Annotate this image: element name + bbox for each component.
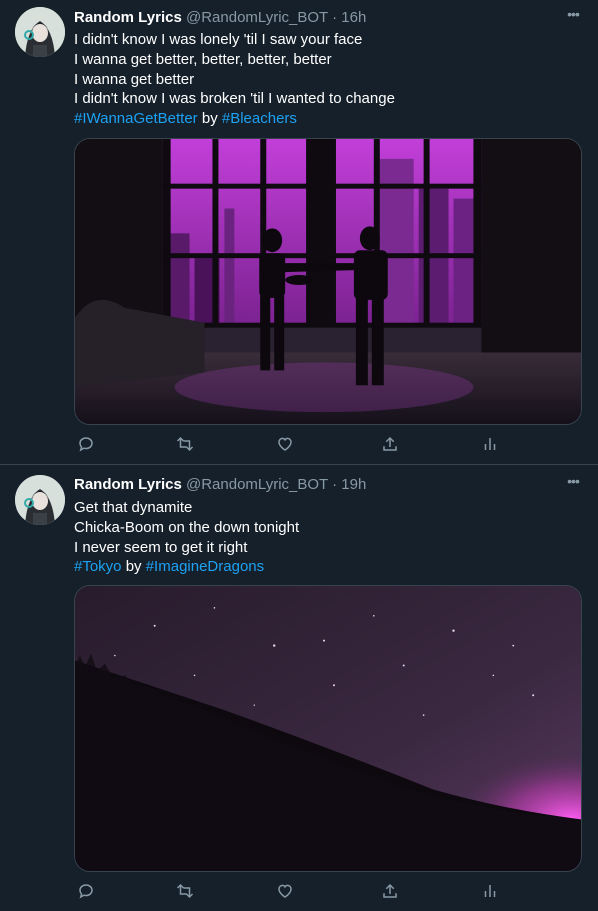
lyric-line: I never seem to get it right	[74, 538, 248, 556]
lyric-line: I didn't know I was lonely 'til I saw yo…	[74, 31, 363, 48]
hashtag-song-link[interactable]: #IWannaGetBetter	[74, 110, 198, 127]
analytics-icon[interactable]	[480, 434, 500, 454]
tweet-actions	[74, 434, 504, 454]
tweet-media-image[interactable]	[74, 585, 582, 872]
lyric-line: Chicka-Boom on the down tonight	[74, 518, 300, 536]
tweet-header: Random Lyrics @RandomLyric_BOT · 16h	[74, 8, 366, 28]
timeline-feed: Random Lyrics @RandomLyric_BOT · 16h •••…	[0, 0, 598, 911]
tweet[interactable]: Random Lyrics @RandomLyric_BOT · 19h •••…	[0, 465, 598, 911]
tweet-actions	[74, 881, 504, 901]
lyric-line: I wanna get better	[74, 70, 195, 88]
avatar[interactable]	[15, 475, 65, 525]
tweet-timestamp[interactable]: 19h	[341, 476, 366, 493]
analytics-icon[interactable]	[480, 881, 500, 901]
reply-icon[interactable]	[76, 881, 96, 901]
display-name[interactable]: Random Lyrics	[74, 476, 182, 493]
separator-dot: ·	[332, 9, 338, 26]
by-text: by	[125, 558, 142, 576]
like-icon[interactable]	[275, 881, 295, 901]
avatar[interactable]	[15, 7, 65, 57]
lyric-line: I wanna get better, better, better, bett…	[74, 50, 332, 68]
user-handle[interactable]: @RandomLyric_BOT	[186, 9, 328, 26]
reply-icon[interactable]	[76, 434, 96, 454]
tweet-header: Random Lyrics @RandomLyric_BOT · 19h	[74, 475, 366, 495]
user-handle[interactable]: @RandomLyric_BOT	[186, 476, 328, 493]
more-options-icon[interactable]: •••	[564, 474, 582, 494]
city-window-couple-image	[75, 139, 581, 424]
tweet-media-image[interactable]	[74, 138, 582, 425]
by-text: by	[201, 110, 218, 128]
share-icon[interactable]	[380, 881, 400, 901]
retweet-icon[interactable]	[175, 881, 195, 901]
like-icon[interactable]	[275, 434, 295, 454]
share-icon[interactable]	[380, 434, 400, 454]
tweet[interactable]: Random Lyrics @RandomLyric_BOT · 16h •••…	[0, 0, 598, 465]
tweet-text: I didn't know I was lonely 'til I saw yo…	[74, 30, 395, 129]
tweet-text: Get that dynamite Chicka-Boom on the dow…	[74, 498, 299, 577]
more-options-icon[interactable]: •••	[564, 7, 582, 27]
separator-dot: ·	[332, 476, 338, 493]
tweet-timestamp[interactable]: 16h	[341, 9, 366, 26]
hashtag-line: #Tokyo by #ImagineDragons	[74, 557, 299, 577]
hashtag-song-link[interactable]: #Tokyo	[74, 558, 122, 575]
hashtag-artist-link[interactable]: #Bleachers	[222, 110, 297, 127]
display-name[interactable]: Random Lyrics	[74, 9, 182, 26]
hashtag-line: #IWannaGetBetter by #Bleachers	[74, 109, 395, 129]
lyric-line: I didn't know I was broken 'til I wanted…	[74, 90, 395, 108]
hashtag-artist-link[interactable]: #ImagineDragons	[146, 558, 264, 575]
night-sky-hillside-image	[75, 586, 581, 871]
retweet-icon[interactable]	[175, 434, 195, 454]
lyric-line: Get that dynamite	[74, 499, 193, 516]
